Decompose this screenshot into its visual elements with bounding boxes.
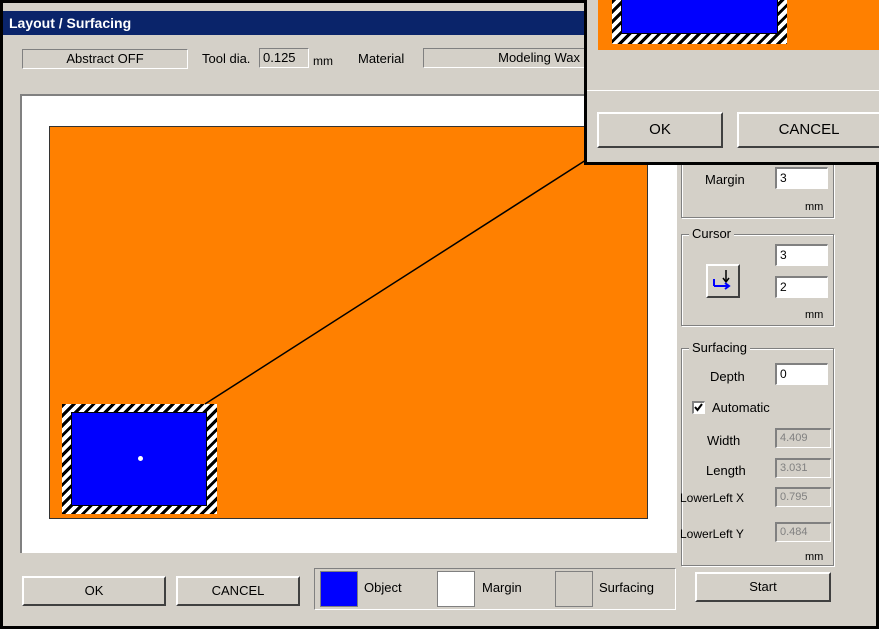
- lowerleft-x-value: 0.795: [775, 487, 831, 507]
- zoom-inset-object: [621, 0, 778, 34]
- ok-button[interactable]: OK: [22, 576, 166, 606]
- zoom-inset-separator: [587, 90, 879, 91]
- cursor-y-input[interactable]: 2: [775, 276, 828, 298]
- cursor-x-input[interactable]: 3: [775, 244, 828, 266]
- margin-unit: mm: [805, 201, 824, 213]
- width-value: 4.409: [775, 428, 831, 448]
- surfacing-legend-label: Surfacing: [599, 580, 654, 595]
- zoom-inset-cancel-button: CANCEL: [737, 112, 879, 148]
- margin-swatch: [437, 571, 475, 607]
- tool-dia-unit: mm: [313, 54, 333, 68]
- automatic-checkbox[interactable]: [692, 401, 705, 414]
- margin-label: Margin: [705, 172, 745, 187]
- start-button[interactable]: Start: [695, 572, 831, 602]
- tool-dia-label: Tool dia.: [202, 51, 251, 66]
- cursor-marker: [138, 456, 143, 461]
- width-label: Width: [707, 433, 741, 448]
- margin-input[interactable]: 3: [775, 167, 828, 189]
- surfacing-swatch: [555, 571, 593, 607]
- surfacing-group-title: Surfacing: [689, 340, 750, 355]
- object-swatch: [320, 571, 358, 607]
- move-cursor-icon: [713, 270, 731, 290]
- cancel-button[interactable]: CANCEL: [176, 576, 300, 606]
- tool-dia-value: 0.125: [259, 48, 309, 68]
- length-label: Length: [706, 463, 746, 478]
- window-title: Layout / Surfacing: [3, 11, 643, 35]
- margin-legend-label: Margin: [482, 580, 522, 595]
- abstract-status: Abstract OFF: [22, 49, 188, 69]
- cursor-group-title: Cursor: [689, 226, 735, 241]
- surfacing-unit: mm: [805, 551, 824, 563]
- automatic-label: Automatic: [712, 400, 770, 415]
- cursor-unit: mm: [805, 309, 824, 321]
- length-value: 3.031: [775, 458, 831, 478]
- lowerleft-x-label: LowerLeft X: [680, 491, 745, 505]
- lowerleft-y-value: 0.484: [775, 522, 831, 542]
- object-legend-label: Object: [364, 580, 402, 595]
- move-cursor-button[interactable]: [706, 264, 740, 298]
- checkmark-icon: [694, 403, 703, 412]
- material-value: Modeling Wax: [423, 48, 585, 68]
- zoom-inset-ok-button: OK: [597, 112, 723, 148]
- material-label: Material: [358, 51, 405, 66]
- depth-label: Depth: [710, 369, 745, 384]
- lowerleft-y-label: LowerLeft Y: [680, 527, 744, 541]
- depth-input[interactable]: 0: [775, 363, 828, 385]
